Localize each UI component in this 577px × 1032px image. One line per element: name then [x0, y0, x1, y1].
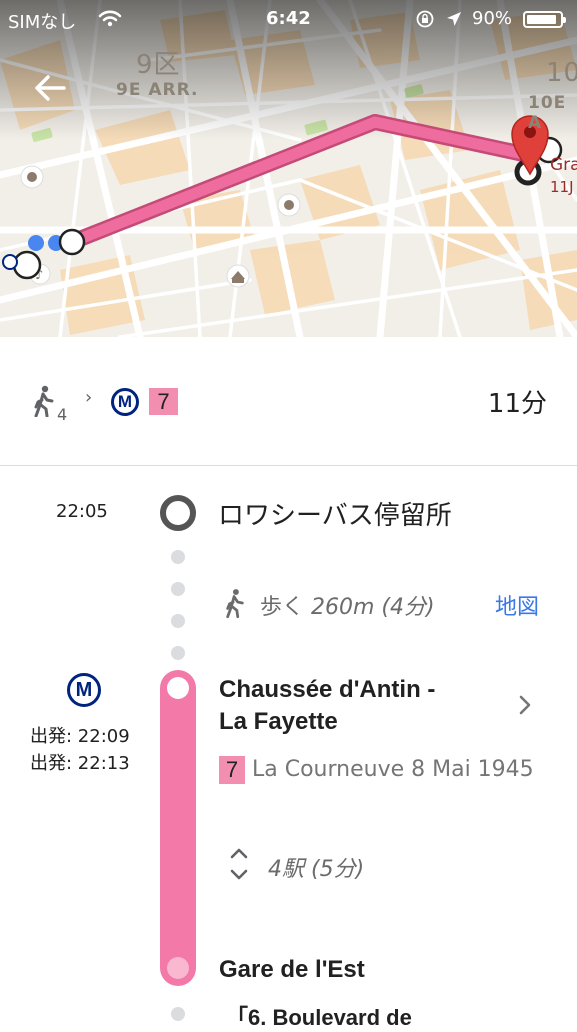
poi-theater-icon[interactable]: [20, 165, 44, 189]
walk-path-dot: [171, 614, 185, 628]
start-time: 22:05: [56, 501, 108, 522]
map-canvas[interactable]: ♪: [0, 0, 577, 337]
walk-label: 歩く: [260, 595, 305, 620]
map-destination-sublabel: 11J: [550, 178, 574, 196]
arrow-left-icon: [35, 75, 66, 101]
back-button[interactable]: [28, 66, 72, 110]
metro-icon: M: [111, 388, 139, 416]
walk-minutes: 4: [57, 405, 68, 424]
board-station-name[interactable]: Chaussée d'Antin - La Fayette: [219, 674, 435, 738]
battery-percent: 90%: [472, 8, 513, 29]
route-start-stop[interactable]: [58, 228, 86, 256]
board-stop-node: [167, 677, 189, 699]
walk-path-dot: [171, 582, 185, 596]
line-badge: 7: [149, 388, 178, 415]
departure-time: 出発: 22:09: [30, 726, 130, 747]
origin-marker[interactable]: [12, 250, 42, 280]
board-station-line: Chaussée d'Antin -: [219, 676, 436, 703]
board-station-line: La Fayette: [219, 708, 338, 735]
map-district-sublabel: 9E ARR.: [116, 80, 199, 100]
trip-duration: 11分: [487, 389, 547, 419]
metro-station-icon[interactable]: [2, 254, 18, 270]
carrier-label: SIMなし: [8, 12, 77, 33]
status-bar: SIMなし 6:42 90%: [0, 0, 577, 40]
chevron-right-icon[interactable]: [516, 693, 534, 717]
rotation-lock-icon: [416, 10, 434, 28]
route-summary[interactable]: 4 › M 7 11分: [0, 337, 577, 466]
stops-summary[interactable]: 4駅 (5分): [268, 851, 364, 883]
start-stop-node: [160, 495, 196, 531]
map-district-sublabel: 10E A: [528, 93, 567, 133]
walk-icon: [34, 385, 54, 417]
map-link[interactable]: 地図: [495, 589, 539, 621]
poi-museum-icon[interactable]: [226, 264, 250, 288]
stops-count: 4駅: [268, 857, 304, 882]
walk-segment-label: 歩く 260m (4分): [260, 589, 435, 621]
walk-icon: [226, 589, 244, 619]
location-arrow-icon: [447, 12, 461, 26]
route-map[interactable]: ♪ 9区 9E ARR. 10 10E A Gra 11J: [0, 0, 577, 337]
transit-line-bar: [160, 670, 196, 986]
walk-dot: [28, 235, 44, 251]
wifi-icon: [98, 10, 122, 27]
clock: 6:42: [266, 8, 311, 29]
walk-path-dot: [171, 550, 185, 564]
alight-station-name[interactable]: Gare de l'Est: [219, 954, 365, 986]
metro-icon: M: [67, 673, 101, 707]
next-step-label: 「6. Boulevard de: [226, 1005, 412, 1030]
map-district-label: 10: [546, 58, 577, 88]
map-district-label: 9区: [136, 50, 181, 80]
poi-theater-icon[interactable]: [277, 193, 301, 217]
battery-icon: [523, 11, 566, 28]
walk-path-dot: [171, 1007, 185, 1021]
expand-stops-icon[interactable]: [228, 846, 250, 882]
walk-path-dot: [171, 646, 185, 660]
start-stop-name[interactable]: ロワシーバス停留所: [218, 495, 452, 532]
chevron-right-icon: ›: [85, 387, 93, 408]
stops-time: (5分): [311, 857, 365, 882]
map-destination-label: Gra: [550, 155, 577, 175]
direction-label: La Courneuve 8 Mai 1945: [252, 757, 534, 782]
departure-time: 出発: 22:13: [30, 753, 130, 774]
alight-stop-node: [167, 957, 189, 979]
walk-detail: 260m (4分): [311, 595, 435, 620]
line-badge: 7: [219, 756, 245, 784]
